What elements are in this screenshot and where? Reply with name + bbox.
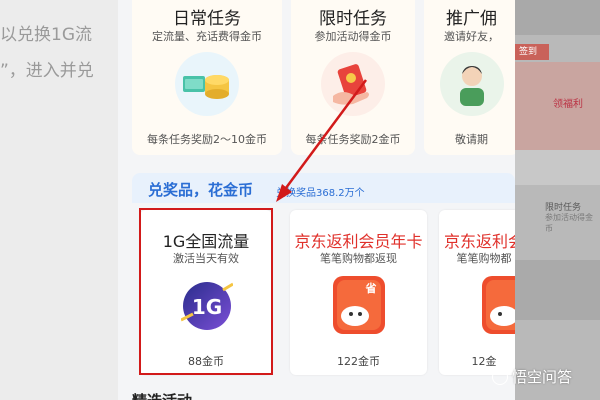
product-title: 京东返利会员年卡 (294, 232, 423, 251)
task-footer: 每条任务奖励2～10金币 (147, 133, 267, 146)
exchange-count: 兑换奖品368.2万个 (276, 188, 365, 199)
highlight-box (139, 208, 273, 375)
watermark: 悟空问答 (492, 366, 572, 387)
featured-section-title: 精选活动 (132, 390, 192, 400)
background-block (515, 150, 600, 185)
background-block (515, 260, 600, 320)
product-price: 122金币 (337, 355, 380, 368)
background-label: 签到 (515, 44, 549, 60)
exchange-title: 兑奖品，花金币 (148, 181, 254, 199)
background-text-line: ”，进入并兑 (0, 61, 94, 81)
product-title: 京东返利会 (443, 232, 515, 251)
task-title: 推广佣 (446, 9, 497, 29)
background-label: 领福利 (553, 99, 583, 110)
task-title: 限时任务 (319, 9, 387, 29)
task-subtitle: 参加活动得金币 (314, 30, 392, 43)
product-subtitle: 笔笔购物都 (456, 252, 512, 265)
background-block (515, 0, 600, 35)
product-card-jd-annual[interactable]: 京东返利会员年卡 笔笔购物都返现 省 122金币 (290, 210, 427, 375)
task-footer: 每条任务奖励2金币 (305, 133, 401, 146)
person-illustration-icon (439, 52, 504, 116)
product-subtitle: 笔笔购物都返现 (320, 252, 397, 265)
task-footer: 敬请期 (455, 133, 488, 146)
coins-illustration-icon (175, 52, 239, 116)
task-card-daily[interactable]: 日常任务 定流量、充话费得金币 每条任务奖励2～10金币 (132, 0, 282, 155)
wukong-logo-icon (492, 368, 508, 385)
background-text-line: 以兑换1G流 (0, 25, 92, 45)
jd-dog-app-icon: 省 (333, 276, 385, 334)
task-card-promotion[interactable]: 推广佣 邀请好友， 敬请期 (424, 0, 515, 155)
phone-screen: 日常任务 定流量、充话费得金币 每条任务奖励2～10金币 限时任务 参加活动得金… (118, 0, 515, 400)
product-card-jd-partial[interactable]: 京东返利会 笔笔购物都 12金 (439, 210, 515, 375)
task-subtitle: 邀请好友， (444, 30, 499, 43)
background-label: 参加活动得金币 (545, 213, 593, 233)
task-subtitle: 定流量、充话费得金币 (152, 30, 262, 43)
task-title: 日常任务 (173, 9, 241, 29)
watermark-text: 悟空问答 (512, 368, 573, 386)
exchange-section-header: 兑奖品，花金币 兑换奖品368.2万个 (132, 173, 515, 203)
jd-dog-app-icon (482, 276, 515, 334)
red-envelope-illustration-icon (321, 52, 385, 116)
background-left-panel: 以兑换1G流 ”，进入并兑 (0, 0, 118, 400)
background-right-panel: 签到 限时任务 参加活动得金币 领福利 (515, 0, 600, 400)
product-icon-text: 省 (365, 281, 377, 295)
task-card-limited[interactable]: 限时任务 参加活动得金币 每条任务奖励2金币 (291, 0, 415, 155)
